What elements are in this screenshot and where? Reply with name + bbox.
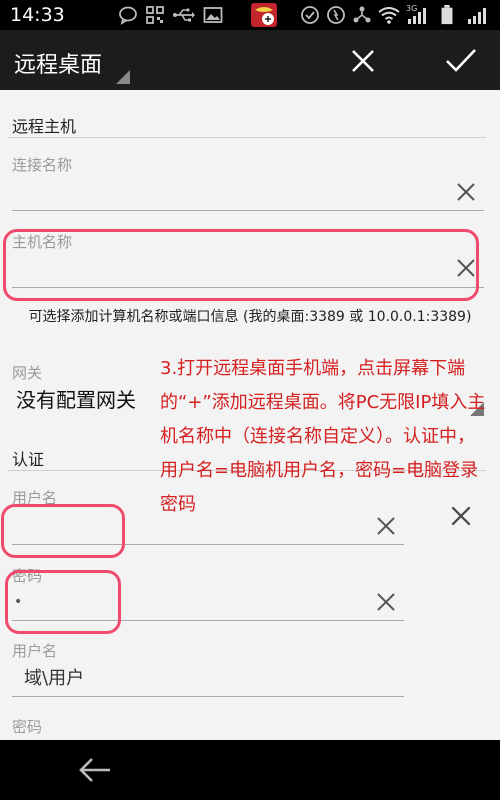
highlight-box-password xyxy=(5,570,121,634)
clear-password-icon[interactable] xyxy=(374,590,398,614)
action-bar: 远程桌面 xyxy=(0,30,500,90)
qr-code-icon xyxy=(146,6,164,24)
password2-label: 密码 xyxy=(12,718,43,736)
section-auth: 认证 xyxy=(12,450,45,469)
highlight-box-username xyxy=(1,504,125,558)
highlight-box-host xyxy=(3,229,479,301)
confirm-button[interactable] xyxy=(444,46,478,76)
battery-icon xyxy=(441,5,453,25)
navigation-bar xyxy=(0,740,500,800)
back-arrow-icon[interactable] xyxy=(78,756,112,784)
host-hint-text: 可选择添加计算机名称或端口信息 (我的桌面:3389 或 10.0.0.1:33… xyxy=(28,309,472,325)
page-title: 远程桌面 xyxy=(14,53,103,78)
status-time: 14:33 xyxy=(10,4,65,26)
app-notification-icon xyxy=(251,3,277,27)
username2-label: 用户名 xyxy=(12,642,58,660)
section-divider xyxy=(8,137,486,138)
signal-strength-icon-2 xyxy=(468,8,486,24)
clear-connection-name-icon[interactable] xyxy=(454,180,478,204)
share-nodes-icon xyxy=(353,6,371,23)
connection-name-label: 连接名称 xyxy=(12,156,73,174)
section-remote-host: 远程主机 xyxy=(12,117,77,136)
usb-icon xyxy=(173,8,195,22)
wifi-icon xyxy=(378,7,400,24)
signal-strength-icon xyxy=(408,8,426,24)
image-icon xyxy=(203,7,223,23)
status-bar: 14:33 3G xyxy=(0,0,500,30)
domain-user-value: 域\用户 xyxy=(24,668,85,689)
gateway-select[interactable]: 没有配置网关 xyxy=(16,384,136,413)
dropdown-triangle-icon[interactable] xyxy=(116,70,130,84)
sync-icon xyxy=(327,6,345,24)
annotation-text: 3.打开远程桌面手机端，点击屏幕下端的“+”添加远程桌面。将PC无限IP填入主机… xyxy=(160,358,486,515)
domain-user-field[interactable]: 域\用户 xyxy=(12,660,404,697)
connection-name-field[interactable] xyxy=(12,176,484,211)
chat-icon xyxy=(119,6,137,25)
gateway-label: 网关 xyxy=(12,364,43,382)
check-circle-icon xyxy=(301,6,319,24)
cancel-button[interactable] xyxy=(348,46,378,76)
